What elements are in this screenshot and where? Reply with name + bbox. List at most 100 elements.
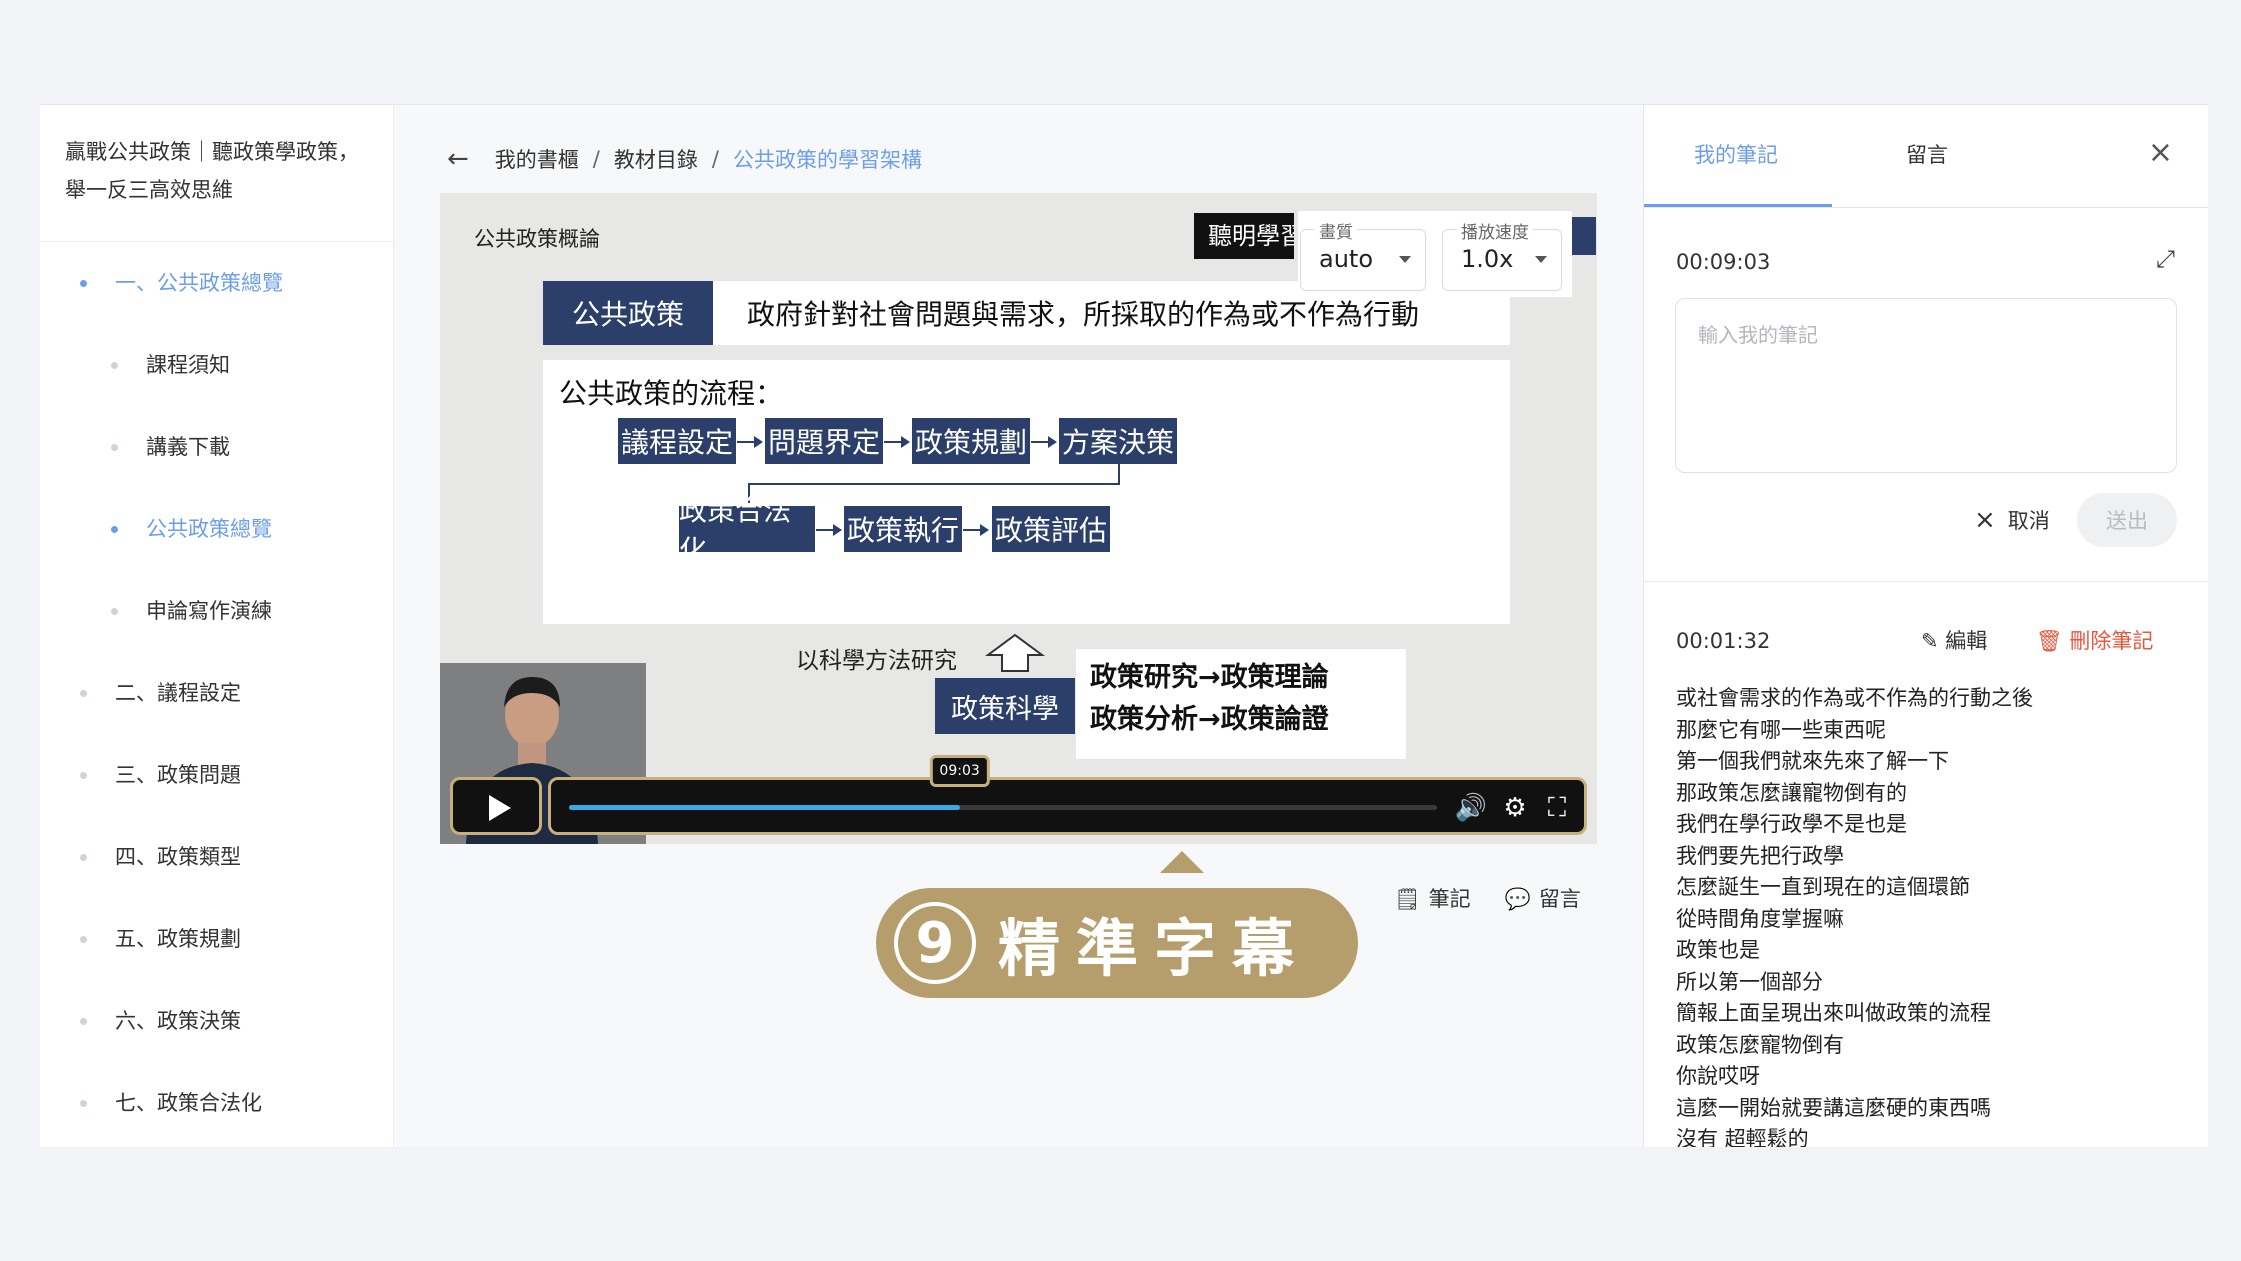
sidebar-item-label: 公共政策總覽	[146, 517, 272, 541]
sidebar-item[interactable]: 二、議程設定	[40, 652, 393, 734]
expand-icon[interactable]: ⤢	[2156, 245, 2175, 273]
time-tooltip: 09:03	[929, 755, 990, 787]
bullet-icon	[111, 444, 118, 451]
progress-fill	[569, 805, 960, 810]
sidebar-item-label: 三、政策問題	[115, 763, 241, 787]
note-input[interactable]	[1675, 298, 2177, 473]
transcript-line: 這麼一開始就要講這麼硬的東西嗎	[1676, 1095, 1991, 1120]
bullet-icon	[80, 690, 87, 697]
sidebar-item[interactable]: 七、政策合法化	[40, 1062, 393, 1144]
quality-value: auto	[1319, 245, 1374, 273]
sidebar-item-label: 七、政策合法化	[115, 1091, 262, 1115]
transcript-line: 那政策怎麼讓寵物倒有的	[1676, 780, 1907, 805]
flow-connector	[1118, 464, 1120, 484]
flow-step: 政策評估	[992, 506, 1110, 552]
breadcrumb-catalog[interactable]: 教材目錄	[614, 144, 698, 174]
up-arrow-icon	[984, 633, 1046, 672]
flow-step: 政策規劃	[912, 418, 1030, 464]
callout-number: 9	[894, 902, 976, 984]
bullet-icon	[80, 1100, 87, 1107]
bullet-icon	[80, 280, 87, 287]
bullet-icon	[111, 526, 118, 533]
sidebar-item[interactable]: 六、政策決策	[40, 980, 393, 1062]
transcript-line: 你說哎呀	[1676, 1064, 1760, 1088]
quality-select[interactable]: 畫質 auto	[1300, 218, 1426, 291]
play-button[interactable]	[450, 777, 542, 835]
transcript-line: 那麼它有哪一些東西呢	[1676, 717, 1886, 742]
sidebar-item[interactable]: 三、政策問題	[40, 734, 393, 816]
flow-arrow	[963, 524, 989, 536]
player-controls: 09:03 🔊 ⚙ ⛶	[450, 755, 1587, 835]
tab-comments[interactable]: 留言	[1906, 139, 1948, 169]
transcript-line: 沒有 超輕鬆的	[1676, 1127, 1809, 1147]
sidebar-item[interactable]: 課程須知	[40, 324, 393, 406]
flow-step: 政策合法化	[679, 494, 815, 567]
flow-arrow	[816, 524, 842, 536]
quality-caption: 畫質	[1315, 218, 1357, 243]
science-box: 政策科學	[935, 678, 1075, 734]
sidebar-item[interactable]: 一、公共政策總覽	[40, 242, 393, 324]
sidebar-item-label: 四、政策類型	[115, 845, 241, 869]
flow-step: 政策執行	[844, 506, 962, 552]
tab-my-notes[interactable]: 我的筆記	[1694, 139, 1778, 169]
main-content: ← 我的書櫃 / 教材目錄 / 公共政策的學習架構 公共政策概論 聽明學習 公共…	[394, 105, 1642, 1147]
notes-panel: 我的筆記 留言 × 00:09:03 ⤢ × 取消 送出 00:01:32 ✎ …	[1643, 105, 2208, 1147]
notes-button[interactable]: 🗒 筆記	[1394, 883, 1471, 913]
progress-track[interactable]: 09:03	[569, 755, 1437, 810]
breadcrumb-current: 公共政策的學習架構	[732, 148, 922, 172]
speed-value: 1.0x	[1461, 245, 1514, 273]
video-player[interactable]: 公共政策概論 聽明學習 公共政策 政府針對社會問題與需求，所採取的作為或不作為行…	[440, 193, 1597, 844]
delete-note-button[interactable]: 🗑 刪除筆記	[2036, 625, 2153, 655]
feature-callout: 9 精準字幕	[876, 888, 1358, 998]
slide-tag: 聽明學習	[1194, 213, 1294, 259]
science-text: 政策研究→政策理論 政策分析→政策論證	[1076, 649, 1406, 759]
fullscreen-icon[interactable]: ⛶	[1541, 792, 1573, 824]
callout-label: 精準字幕	[998, 912, 1311, 985]
cancel-button[interactable]: × 取消	[1974, 505, 2050, 535]
transcript-line: 或社會需求的作為或不作為的行動之後	[1676, 686, 2033, 710]
science-line: 政策分析→政策論證	[1090, 704, 1329, 735]
bullet-icon	[80, 936, 87, 943]
playback-settings-panel: 畫質 auto 播放速度 1.0x	[1298, 211, 1572, 297]
volume-icon[interactable]: 🔊	[1455, 792, 1487, 824]
bullet-icon	[111, 362, 118, 369]
transcript-line: 政策也是	[1676, 938, 1760, 962]
edit-label: 編輯	[1945, 629, 1988, 653]
science-line: 政策研究→政策理論	[1090, 662, 1329, 693]
speed-select[interactable]: 播放速度 1.0x	[1442, 218, 1562, 291]
current-timestamp: 00:09:03	[1676, 250, 1771, 274]
play-icon	[489, 795, 511, 821]
transcript-line: 怎麼誕生一直到現在的這個環節	[1676, 875, 1970, 899]
send-button[interactable]: 送出	[2077, 493, 2177, 547]
delete-label: 刪除筆記	[2069, 629, 2154, 653]
course-sidebar: 贏戰公共政策｜聽政策學政策，舉一反三高效思維 一、公共政策總覽 課程須知 講義下載公…	[40, 105, 394, 1147]
cancel-label: 取消	[2007, 509, 2050, 533]
sidebar-item[interactable]: 公共政策總覽	[40, 488, 393, 570]
flow-arrow	[884, 436, 910, 448]
note-timestamp[interactable]: 00:01:32	[1676, 629, 1770, 653]
edit-note-button[interactable]: ✎ 編輯	[1921, 625, 1987, 655]
science-label: 以科學方法研究	[796, 648, 957, 674]
breadcrumb-bookshelf[interactable]: 我的書櫃	[495, 144, 579, 174]
slide-topic: 公共政策概論	[474, 227, 600, 251]
comments-button[interactable]: 💬 留言	[1505, 883, 1581, 913]
close-icon[interactable]: ×	[2148, 135, 2173, 170]
back-arrow-icon[interactable]: ←	[447, 144, 469, 174]
sidebar-item[interactable]: 申論寫作演練	[40, 570, 393, 652]
sidebar-item[interactable]: 四、政策類型	[40, 816, 393, 898]
transcript-line: 簡報上面呈現出來叫做政策的流程	[1676, 1001, 1991, 1025]
sidebar-item-label: 五、政策規劃	[115, 927, 241, 951]
transcript-line: 我們要先把行政學	[1676, 843, 1844, 868]
active-tab-indicator	[1644, 204, 1832, 207]
flow-step: 方案決策	[1059, 418, 1177, 464]
sidebar-item[interactable]: 講義下載	[40, 406, 393, 488]
transcript-line: 所以第一個部分	[1676, 969, 1823, 994]
slide-flow-chart: 公共政策的流程： 議程設定 問題界定 政策規劃 方案決策 政策合法化 政策執行 …	[543, 360, 1510, 624]
bullet-icon	[80, 854, 87, 861]
video-actions: 🗒 筆記 💬 留言	[1394, 883, 1581, 913]
sidebar-item-label: 六、政策決策	[115, 1009, 241, 1033]
control-bar: 09:03 🔊 ⚙ ⛶	[548, 755, 1587, 835]
settings-gear-icon[interactable]: ⚙	[1499, 792, 1531, 824]
sidebar-item-label: 一、公共政策總覽	[115, 271, 283, 295]
sidebar-item[interactable]: 五、政策規劃	[40, 898, 393, 980]
